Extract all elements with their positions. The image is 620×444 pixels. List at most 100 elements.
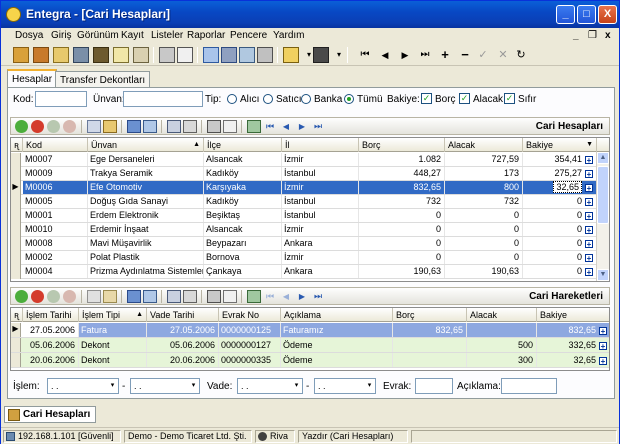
cell-aciklama[interactable]: Faturamız: [281, 323, 393, 337]
expand-plus-icon[interactable]: +: [585, 183, 593, 192]
cell-il[interactable]: İstanbul: [282, 167, 359, 180]
vertical-scrollbar[interactable]: ▲ ▼: [596, 152, 609, 281]
tip-banka-radio[interactable]: [301, 94, 311, 104]
menu-yardim[interactable]: Yardım: [273, 30, 305, 41]
cell-unvan[interactable]: Trakya Seramik: [88, 167, 204, 180]
cell-aciklama[interactable]: Ödeme: [281, 338, 393, 352]
expand-plus-icon[interactable]: +: [585, 197, 593, 206]
maximize-button[interactable]: □: [577, 5, 596, 24]
cell-bakiye[interactable]: 832,65 +: [537, 323, 609, 337]
cell-alacak[interactable]: 173: [445, 167, 523, 180]
previous-record-icon[interactable]: ◀: [377, 47, 393, 63]
column-header-borc[interactable]: Borç: [393, 308, 467, 322]
cell-kod[interactable]: M0001: [23, 209, 88, 222]
cell-kod[interactable]: M0010: [23, 223, 88, 236]
column-header-alacak[interactable]: Alacak: [445, 138, 523, 152]
cell-alacak[interactable]: [467, 323, 537, 337]
tip-tumu-radio[interactable]: [344, 94, 354, 104]
cell-borc[interactable]: 0: [359, 251, 445, 264]
cell-borc[interactable]: [393, 353, 467, 367]
cell-islem_tipi[interactable]: Dekont: [79, 353, 147, 367]
cell-evrak_no[interactable]: 0000000125: [219, 323, 281, 337]
column-header-vade-tarihi[interactable]: Vade Tarihi: [147, 308, 219, 322]
expand-plus-icon[interactable]: +: [599, 326, 607, 335]
copy-icon[interactable]: [167, 120, 181, 133]
mdi-restore-button[interactable]: ❐: [588, 30, 597, 41]
cell-kod[interactable]: M0008: [23, 237, 88, 250]
cell-alacak[interactable]: 800: [445, 181, 523, 194]
tip-alici-radio[interactable]: [227, 94, 237, 104]
cell-kod[interactable]: M0007: [23, 153, 88, 166]
delete-record-icon[interactable]: −: [457, 47, 473, 63]
cell-borc[interactable]: 832,65: [359, 181, 445, 194]
table-row[interactable]: M0008 Mavi Müşavirlik Beypazarı Ankara 0 0 0 +: [11, 237, 598, 251]
cell-ilce[interactable]: Çankaya: [204, 265, 282, 278]
cell-borc[interactable]: 732: [359, 195, 445, 208]
aciklama-input[interactable]: [501, 378, 557, 394]
print-icon[interactable]: [207, 120, 221, 133]
expand-plus-icon[interactable]: +: [585, 211, 593, 220]
cell-unvan[interactable]: Erdem Elektronik: [88, 209, 204, 222]
cell-bakiye[interactable]: 0 +: [523, 209, 597, 222]
cancel-icon[interactable]: [63, 290, 76, 303]
expand-plus-icon[interactable]: +: [599, 356, 607, 365]
column-header-borc[interactable]: Borç: [359, 138, 445, 152]
cell-borc[interactable]: 1.082: [359, 153, 445, 166]
row-indicator[interactable]: [11, 353, 21, 367]
cell-ilce[interactable]: Kadıköy: [204, 195, 282, 208]
column-header-il[interactable]: İl: [282, 138, 359, 152]
cell-aciklama[interactable]: Ödeme: [281, 353, 393, 367]
cell-alacak[interactable]: 190,63: [445, 265, 523, 278]
cell-islem_tarihi[interactable]: 20.06.2006: [23, 353, 79, 367]
expand-plus-icon[interactable]: +: [585, 267, 593, 276]
cell-ilce[interactable]: Alsancak: [204, 223, 282, 236]
cell-vade_tarihi[interactable]: 05.06.2006: [147, 338, 219, 352]
row-indicator[interactable]: [11, 195, 21, 209]
add-icon[interactable]: [15, 120, 28, 133]
cell-ilce[interactable]: Karşıyaka: [204, 181, 282, 194]
column-header-kod[interactable]: Kod: [23, 138, 88, 152]
cell-unvan[interactable]: Ege Dersaneleri: [88, 153, 204, 166]
cell-borc[interactable]: 190,63: [359, 265, 445, 278]
menu-listeler[interactable]: Listeler: [151, 30, 183, 41]
cell-bakiye[interactable]: 0 +: [523, 265, 597, 278]
filter-icon[interactable]: [221, 47, 237, 63]
bakiye-borc-checkbox[interactable]: ✓: [421, 93, 432, 104]
column-header-evrak-no[interactable]: Evrak No: [219, 308, 281, 322]
cell-unvan[interactable]: Erdemir İnşaat: [88, 223, 204, 236]
grid-layout-icon[interactable]: [239, 47, 255, 63]
bakiye-alacak-checkbox[interactable]: ✓: [459, 93, 470, 104]
column-header-aciklama[interactable]: Açıklama: [281, 308, 393, 322]
cell-vade_tarihi[interactable]: 27.05.2006: [147, 323, 219, 337]
cell-alacak[interactable]: 0: [445, 237, 523, 250]
row-indicator[interactable]: [11, 338, 21, 352]
print-icon[interactable]: [159, 47, 175, 63]
cell-unvan[interactable]: Polat Plastik: [88, 251, 204, 264]
cell-il[interactable]: İzmir: [282, 223, 359, 236]
islem-start-date-input[interactable]: . . ▾: [47, 378, 119, 394]
cell-islem_tarihi[interactable]: 27.05.2006: [23, 323, 79, 337]
dropdown-arrow-icon[interactable]: ▾: [108, 380, 117, 392]
print-icon[interactable]: [207, 290, 221, 303]
cell-ilce[interactable]: Beşiktaş: [204, 209, 282, 222]
menu-gorunum[interactable]: Görünüm: [77, 30, 119, 41]
menu-raporlar[interactable]: Raporlar: [187, 30, 225, 41]
expand-plus-icon[interactable]: +: [585, 253, 593, 262]
cell-kod[interactable]: M0002: [23, 251, 88, 264]
calendar-icon[interactable]: [257, 47, 273, 63]
cell-borc[interactable]: [393, 338, 467, 352]
grid-icon[interactable]: [87, 120, 101, 133]
table-row[interactable]: M0010 Erdemir İnşaat Alsancak İzmir 0 0 0 +: [11, 223, 598, 237]
table-icon[interactable]: [203, 47, 219, 63]
first-record-icon[interactable]: ⏮: [263, 290, 277, 303]
cell-bakiye[interactable]: 332,65 +: [537, 338, 609, 352]
previous-record-icon[interactable]: ◀: [279, 290, 293, 303]
table-row[interactable]: ▶ 27.05.2006 Fatura 27.05.2006 0000000125 Fat…: [11, 323, 609, 338]
confirm-icon[interactable]: [47, 120, 60, 133]
document-tab-cari-hesaplari[interactable]: Cari Hesapları: [4, 406, 97, 423]
scroll-up-icon[interactable]: ▲: [597, 152, 609, 164]
add-icon[interactable]: [283, 47, 299, 63]
cell-il[interactable]: İzmir: [282, 251, 359, 264]
table-row[interactable]: M0002 Polat Plastik Bornova İzmir 0 0 0 +: [11, 251, 598, 265]
refresh-icon[interactable]: [247, 290, 261, 303]
